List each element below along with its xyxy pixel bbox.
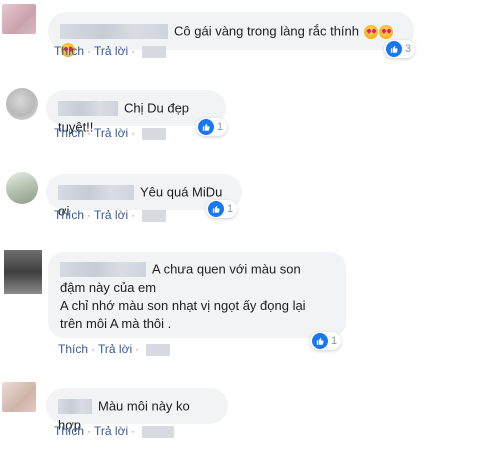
reaction-count: 3 bbox=[405, 43, 412, 55]
comment-text-line-1: A chưa quen với màu son bbox=[152, 261, 301, 277]
comment-text-line-4: trên môi A mà thôi . bbox=[60, 315, 172, 331]
like-link[interactable]: Thích bbox=[54, 424, 84, 438]
author-name-blurred[interactable] bbox=[58, 399, 92, 415]
thumbs-up-icon bbox=[312, 333, 328, 349]
comment-3: Yêu quá MiDu ơi 1 Thích · Trả lời · bbox=[0, 168, 500, 228]
separator-dot: · bbox=[135, 342, 140, 356]
comment-bubble: A chưa quen với màu son đậm này của em A… bbox=[48, 252, 346, 338]
avatar[interactable] bbox=[6, 172, 38, 204]
reaction-count: 1 bbox=[217, 121, 224, 133]
comment-actions: Thích · Trả lời · bbox=[54, 208, 167, 222]
reply-link[interactable]: Trả lời bbox=[94, 208, 128, 222]
like-link[interactable]: Thích bbox=[54, 44, 84, 58]
avatar[interactable] bbox=[2, 382, 36, 412]
comment-text-line-3: A chỉ nhớ màu son nhạt vị ngọt ấy đọng l… bbox=[60, 297, 306, 313]
reaction-count: 1 bbox=[331, 335, 338, 347]
reply-link[interactable]: Trả lời bbox=[94, 424, 128, 438]
like-link[interactable]: Thích bbox=[58, 342, 88, 356]
timestamp-blurred[interactable] bbox=[142, 209, 167, 222]
author-name-blurred[interactable] bbox=[58, 101, 118, 117]
avatar[interactable] bbox=[6, 88, 38, 120]
author-name-blurred[interactable] bbox=[60, 24, 168, 40]
separator-dot: · bbox=[87, 424, 92, 438]
comment-actions: Thích · Trả lời · bbox=[54, 424, 175, 438]
reply-link[interactable]: Trả lời bbox=[94, 44, 128, 58]
separator-dot: · bbox=[131, 44, 136, 58]
reaction-summary[interactable]: 1 bbox=[310, 332, 342, 350]
timestamp-blurred[interactable] bbox=[142, 425, 175, 438]
reaction-summary[interactable]: 1 bbox=[206, 200, 238, 218]
reply-link[interactable]: Trả lời bbox=[98, 342, 132, 356]
reaction-count: 1 bbox=[227, 203, 234, 215]
comment-actions: Thích · Trả lời · bbox=[54, 126, 167, 140]
comment-2: Chị Du đẹp tuyệt!! 1 Thích · Trả lời · bbox=[0, 84, 500, 144]
separator-dot: · bbox=[131, 424, 136, 438]
comment-bubble: Màu môi này ko hợp bbox=[46, 388, 228, 432]
timestamp-blurred[interactable] bbox=[142, 45, 167, 58]
reaction-summary[interactable]: 3 bbox=[384, 40, 416, 58]
timestamp-blurred[interactable] bbox=[146, 343, 171, 356]
avatar[interactable] bbox=[2, 4, 36, 34]
comment-text-line-2: đậm này của em bbox=[60, 279, 157, 295]
comment-actions: Thích · Trả lời · bbox=[54, 44, 167, 58]
thumbs-up-icon bbox=[198, 119, 214, 135]
comment-text: Cô gái vàng trong làng rắc thính bbox=[174, 23, 360, 39]
reaction-summary[interactable]: 1 bbox=[196, 118, 228, 136]
separator-dot: · bbox=[87, 126, 92, 140]
thumbs-up-icon bbox=[208, 201, 224, 217]
author-name-blurred[interactable] bbox=[58, 185, 134, 201]
separator-dot: · bbox=[131, 208, 136, 222]
reply-link[interactable]: Trả lời bbox=[94, 126, 128, 140]
heart-eyes-emoji-icon bbox=[363, 24, 378, 39]
comment-4: A chưa quen với màu son đậm này của em A… bbox=[0, 244, 500, 364]
comment-actions: Thích · Trả lời · bbox=[58, 342, 171, 356]
thumbs-up-icon bbox=[386, 41, 402, 57]
avatar[interactable] bbox=[4, 250, 42, 294]
like-link[interactable]: Thích bbox=[54, 208, 84, 222]
heart-eyes-emoji-icon bbox=[378, 24, 393, 39]
separator-dot: · bbox=[87, 208, 92, 222]
like-link[interactable]: Thích bbox=[54, 126, 84, 140]
timestamp-blurred[interactable] bbox=[142, 127, 167, 140]
separator-dot: · bbox=[87, 44, 92, 58]
comment-1: Cô gái vàng trong làng rắc thính 3 Thích… bbox=[0, 0, 500, 64]
separator-dot: · bbox=[131, 126, 136, 140]
separator-dot: · bbox=[91, 342, 96, 356]
comment-line: A chưa quen với màu son bbox=[60, 260, 334, 279]
comment-5: Màu môi này ko hợp Thích · Trả lời · bbox=[0, 380, 500, 460]
author-name-blurred[interactable] bbox=[60, 262, 146, 278]
